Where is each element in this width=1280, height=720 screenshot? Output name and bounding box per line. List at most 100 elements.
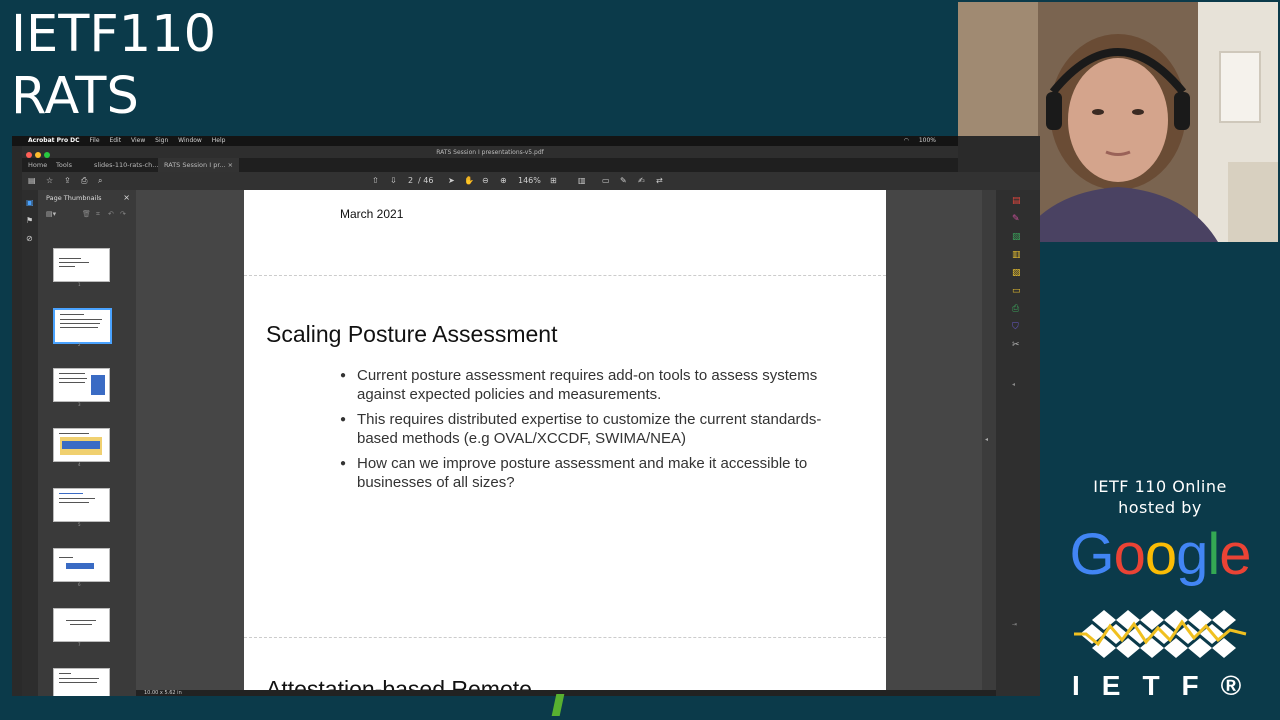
thumbnail-page-2[interactable] (53, 308, 112, 344)
google-letter: e (1219, 522, 1251, 587)
thumbnail-label-5: 5 (78, 522, 81, 527)
save-icon[interactable]: ▤ (28, 172, 36, 190)
thumbnail-page-1[interactable] (53, 248, 110, 282)
page-break-line (244, 275, 886, 276)
collapse-pane-icon[interactable]: ◂ (1012, 380, 1022, 390)
more-tools-icon[interactable]: ✂ (1012, 340, 1022, 350)
menu-status-area: ◠ 100% (904, 136, 944, 146)
screen-share: Acrobat Pro DC File Edit View Sign Windo… (12, 136, 1040, 696)
prev-page-icon[interactable]: ⇧ (372, 172, 379, 190)
left-navigation-rail: ▣ ⚑ ⊘ (22, 190, 38, 696)
tab-document-2-label: RATS Session I pr... (164, 161, 226, 169)
thumbnail-page-7[interactable] (53, 608, 110, 642)
zoom-out-icon[interactable]: ⊖ (482, 172, 489, 190)
conference-title: IETF110 RATS (11, 4, 216, 128)
thumbnail-page-4[interactable] (53, 428, 110, 462)
rotate-right-icon[interactable]: ↷ (120, 210, 126, 218)
pdf-page: March 2021 Scaling Posture Assessment Cu… (244, 190, 886, 690)
document-view[interactable]: March 2021 Scaling Posture Assessment Cu… (136, 190, 996, 690)
menu-file[interactable]: File (89, 137, 99, 144)
next-page-icon[interactable]: ⇩ (390, 172, 397, 190)
menu-help[interactable]: Help (212, 137, 226, 144)
menu-edit[interactable]: Edit (109, 137, 121, 144)
page-total: / 46 (418, 176, 434, 185)
bullet-item: How can we improve posture assessment an… (340, 454, 860, 492)
marquee-zoom-icon[interactable]: ⊞ (550, 172, 557, 190)
thumbnail-label-2: 2 (78, 342, 81, 347)
rotate-left-icon[interactable]: ↶ (108, 210, 114, 218)
delete-page-icon[interactable]: 🗑 (82, 210, 91, 218)
thumbnail-label-3: 3 (78, 402, 81, 407)
scroll-mode-icon[interactable]: ▥ (578, 172, 586, 190)
conference-name: IETF110 (11, 5, 217, 64)
share-icon[interactable]: ⇄ (656, 172, 663, 190)
tab-tools[interactable]: Tools (56, 158, 72, 172)
next-slide-title: Attestation-based Remote (266, 676, 532, 690)
acrobat-tab-bar: Home Tools slides-110-rats-ch... RATS Se… (22, 158, 958, 172)
battery-percent: 100% (918, 137, 936, 144)
tools-pane: ▤ ✎ ▧ ▥ ▨ ▭ ⎙ ⛉ ✂ ◂ ⇥ (996, 190, 1040, 696)
thumbnails-icon[interactable]: ▣ (26, 198, 34, 207)
scan-icon[interactable]: ⎙ (1012, 304, 1022, 314)
attachment-icon[interactable]: ⊘ (26, 234, 33, 243)
bullet-item: This requires distributed expertise to c… (340, 410, 860, 448)
menu-view[interactable]: View (131, 137, 145, 144)
wifi-icon[interactable]: ◠ (904, 137, 909, 144)
expand-pane-icon[interactable]: ⇥ (1012, 620, 1022, 630)
document-scrollbar[interactable]: ◂ (982, 190, 996, 690)
google-letter: o (1113, 522, 1146, 587)
tab-home[interactable]: Home (28, 158, 47, 172)
thumbnails-panel-header: Page Thumbnails (46, 194, 102, 202)
close-panel-icon[interactable]: × (123, 193, 130, 202)
bookmark-icon[interactable]: ⚑ (26, 216, 33, 225)
presentation-stage: IETF110 RATS Acrobat Pro DC File Edit Vi… (0, 0, 1280, 720)
working-group-name: RATS (11, 67, 139, 126)
google-letter: g (1176, 522, 1208, 587)
window-title: RATS Session I presentations-v5.pdf (436, 149, 544, 156)
crop-page-icon[interactable]: ⌗ (96, 210, 100, 219)
ietf-logo-graphic (1074, 610, 1247, 658)
search-icon[interactable]: ⌕ (98, 172, 102, 190)
page-number-input[interactable]: 2 (408, 172, 413, 190)
dock-indicator (551, 694, 565, 716)
sign-icon[interactable]: ✍ (638, 172, 645, 190)
menu-app-name[interactable]: Acrobat Pro DC (28, 137, 80, 144)
tab-document-1[interactable]: slides-110-rats-ch... (94, 158, 158, 172)
thumbnail-options-icon[interactable]: ▤▾ (46, 210, 56, 218)
create-pdf-icon[interactable]: ▧ (1012, 232, 1022, 242)
ietf-wordmark: IETF® (1072, 670, 1264, 701)
google-logo: Google (1040, 524, 1280, 586)
sponsor-branding: IETF 110 Online hosted by Google (1040, 476, 1280, 586)
hosted-by-label: hosted by (1118, 498, 1202, 517)
acrobat-toolbar: ▤ ☆ ⇪ ⎙ ⌕ ⇧ ⇩ 2 / 46 ➤ ✋ ⊖ ⊕ 146% ⊞ ▥ ▭ … (22, 172, 1040, 191)
protect-icon[interactable]: ⛉ (1012, 322, 1022, 332)
slide-date: March 2021 (340, 207, 404, 221)
star-icon[interactable]: ☆ (46, 172, 53, 190)
organize-pages-icon[interactable]: ▨ (1012, 268, 1022, 278)
print-icon[interactable]: ⎙ (81, 172, 87, 190)
comment-icon[interactable]: ▭ (602, 172, 610, 190)
slide-bullet-list: Current posture assessment requires add-… (340, 366, 860, 498)
menu-window[interactable]: Window (178, 137, 202, 144)
hand-tool-icon[interactable]: ✋ (464, 172, 474, 190)
tab-document-2[interactable]: RATS Session I pr... × (158, 158, 240, 172)
status-bar: 10.00 x 5.62 in (136, 690, 996, 696)
upload-icon[interactable]: ⇪ (64, 172, 71, 190)
thumbnail-page-6[interactable] (53, 548, 110, 582)
edit-pdf-icon[interactable]: ✎ (1012, 214, 1022, 224)
pencil-icon[interactable]: ✎ (620, 172, 627, 190)
google-letter: o (1144, 522, 1177, 587)
select-tool-icon[interactable]: ➤ (448, 172, 455, 190)
export-pdf-icon[interactable]: ▤ (1012, 196, 1022, 206)
thumbnail-page-3[interactable] (53, 368, 110, 402)
mac-menu-bar: Acrobat Pro DC File Edit View Sign Windo… (12, 136, 958, 146)
zoom-level-select[interactable]: 146% (518, 172, 541, 190)
zoom-in-icon[interactable]: ⊕ (500, 172, 507, 190)
thumbnail-page-5[interactable] (53, 488, 110, 522)
menu-sign[interactable]: Sign (155, 137, 168, 144)
comment-tool-icon[interactable]: ▭ (1012, 286, 1022, 296)
scroll-arrow-icon[interactable]: ◂ (985, 436, 988, 443)
google-letter: l (1207, 522, 1220, 587)
thumbnail-page-8[interactable] (53, 668, 110, 696)
combine-files-icon[interactable]: ▥ (1012, 250, 1022, 260)
